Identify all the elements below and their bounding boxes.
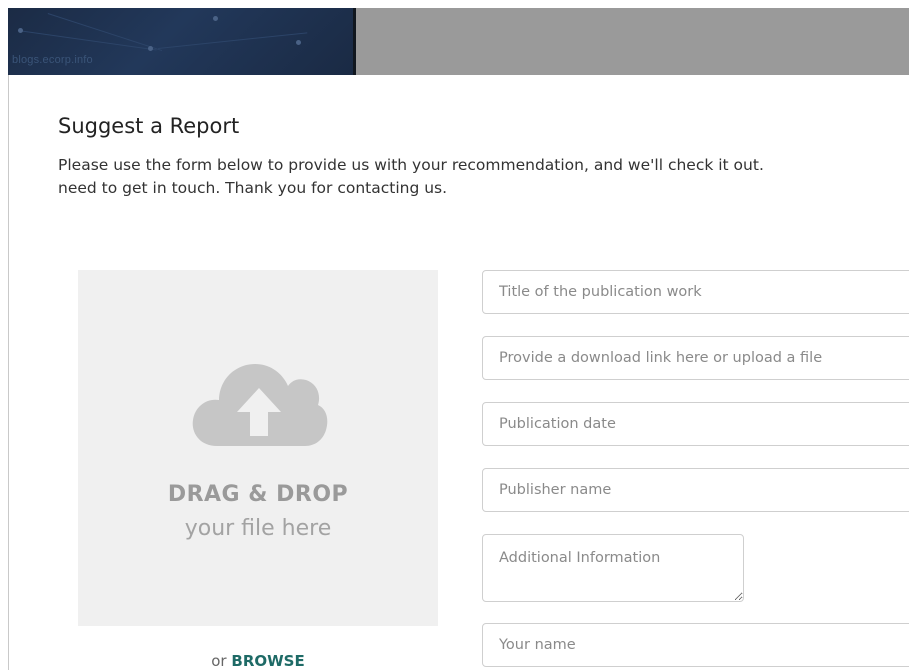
browse-link[interactable]: BROWSE [231, 652, 304, 670]
publication-title-input[interactable] [482, 270, 909, 314]
browse-line: or BROWSE [78, 652, 438, 670]
description-line-1: Please use the form below to provide us … [58, 156, 764, 174]
description-line-2: need to get in touch. Thank you for cont… [58, 179, 448, 197]
drag-drop-subtitle: your file here [184, 516, 332, 541]
intro-section: Suggest a Report Please use the form bel… [58, 112, 909, 200]
browse-prefix: or [211, 652, 227, 670]
page-title: Suggest a Report [58, 114, 240, 138]
additional-info-textarea[interactable] [482, 534, 744, 602]
header-divider [353, 8, 356, 75]
drag-drop-title: DRAG & DROP [167, 482, 349, 507]
publisher-name-input[interactable] [482, 468, 909, 512]
your-name-input[interactable] [482, 623, 909, 667]
frame-border [8, 75, 9, 670]
header-image: blogs.ecorp.info [8, 8, 353, 75]
top-banner: blogs.ecorp.info [8, 8, 909, 75]
brand-text: blogs.ecorp.info [12, 54, 93, 66]
file-dropzone[interactable]: DRAG & DROP your file here [78, 270, 438, 626]
page-description: Please use the form below to provide us … [58, 154, 909, 200]
cloud-upload-icon [192, 364, 328, 446]
publication-date-input[interactable] [482, 402, 909, 446]
download-link-input[interactable] [482, 336, 909, 380]
